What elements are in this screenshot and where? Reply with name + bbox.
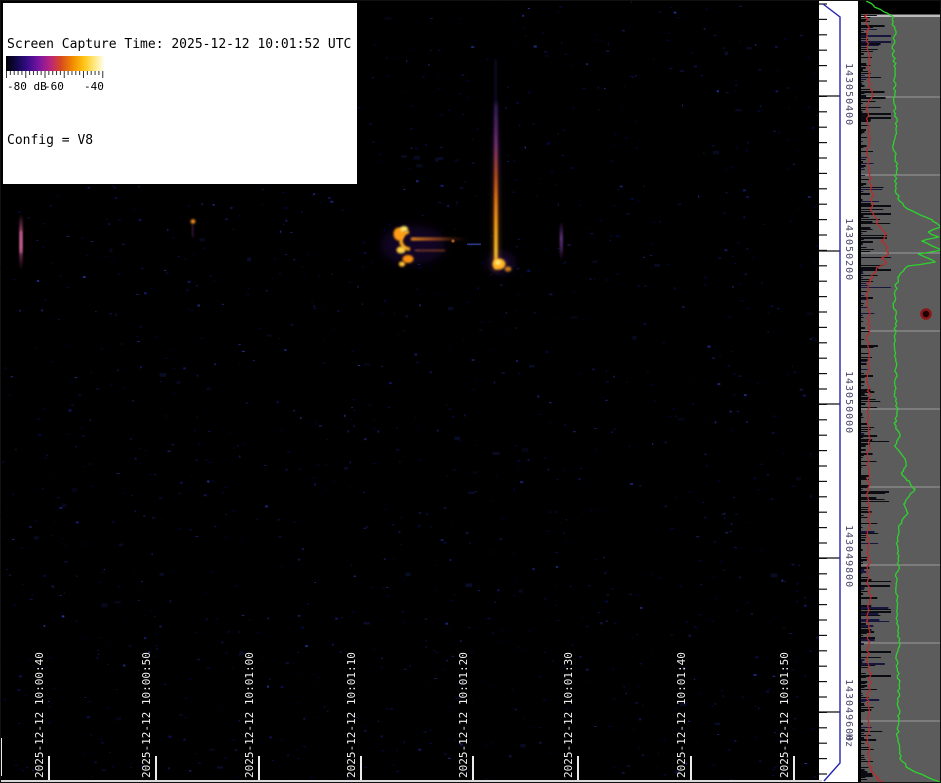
time-label: 2025-12-12 10:01:40 xyxy=(675,652,688,778)
colorbar-label-min: -80 dB xyxy=(7,80,47,93)
frequency-unit-label: Hz xyxy=(843,734,854,748)
frequency-tick-label: 143049800 xyxy=(843,525,854,588)
time-tick xyxy=(690,756,692,780)
time-tick xyxy=(1,738,2,776)
time-tick xyxy=(48,756,50,780)
time-label: 2025-12-12 10:01:10 xyxy=(345,652,358,778)
spectrum-panel xyxy=(858,1,941,783)
time-label: 2025-12-12 10:01:50 xyxy=(778,652,791,778)
colorbar-label-mid: -60 xyxy=(44,80,64,93)
colorbar-ruler xyxy=(6,71,105,80)
time-tick xyxy=(258,756,260,780)
config-text: Config = V8 xyxy=(7,133,351,149)
time-tick xyxy=(360,756,362,780)
frequency-tick-label: 143050000 xyxy=(843,371,854,434)
time-tick xyxy=(793,756,795,780)
colorbar-gradient xyxy=(6,56,105,71)
bottom-border-line xyxy=(1,780,822,782)
time-label: 2025-12-12 10:01:20 xyxy=(457,652,470,778)
frequency-tick-label: 143049600 xyxy=(843,679,854,742)
time-label: 2025-12-12 10:01:30 xyxy=(562,652,575,778)
spectrogram-waterfall: Screen Capture Time: 2025-12-12 10:01:52… xyxy=(1,1,819,783)
time-tick xyxy=(155,756,157,780)
time-label: 2025-12-12 10:00:50 xyxy=(140,652,153,778)
time-tick xyxy=(577,756,579,780)
capture-time-text: Screen Capture Time: 2025-12-12 10:01:52… xyxy=(7,37,351,53)
frequency-tick-label: 143050200 xyxy=(843,218,854,281)
time-tick xyxy=(472,756,474,780)
screen-capture-window: Screen Capture Time: 2025-12-12 10:01:52… xyxy=(0,0,941,783)
colorbar-label-max: -40 xyxy=(84,80,104,93)
time-label: 2025-12-12 10:00:40 xyxy=(33,652,46,778)
colorbar: -80 dB -60 -40 xyxy=(4,54,112,99)
spectrum-plot xyxy=(861,1,941,783)
frequency-axis: 143050400 143050200 143050000 143049800 1430… xyxy=(819,1,858,783)
frequency-tick-label: 143050400 xyxy=(843,63,854,126)
time-label: 2025-12-12 10:01:00 xyxy=(243,652,256,778)
spectrum-marker-dot xyxy=(922,310,931,319)
